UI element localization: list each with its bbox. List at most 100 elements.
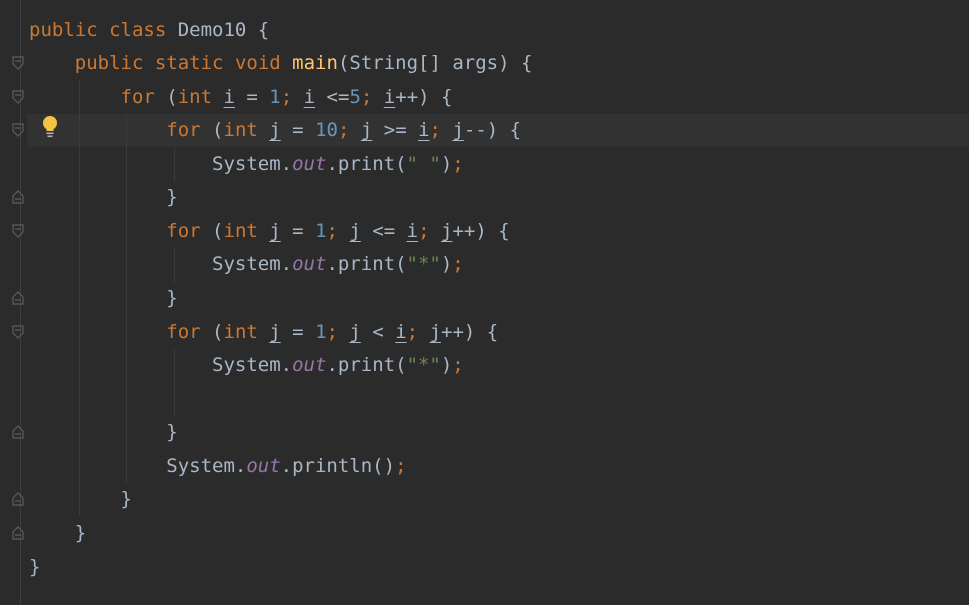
code-token: j [269, 119, 281, 141]
code-line[interactable]: public static void main(String[] args) { [29, 47, 533, 80]
code-token: 5 [349, 86, 361, 108]
code-token: int [223, 321, 258, 343]
code-line[interactable]: } [29, 551, 40, 584]
code-token: j [360, 119, 373, 141]
code-token: ( [154, 86, 178, 108]
code-token: "*" [406, 354, 441, 376]
code-line[interactable]: } [29, 483, 132, 516]
code-line[interactable]: System.out.println(); [29, 450, 407, 483]
code-token: ; [406, 321, 419, 343]
code-token: j [269, 321, 281, 343]
code-token: ; [280, 86, 293, 108]
code-token: = [234, 86, 270, 108]
code-token: } [29, 522, 87, 544]
code-token: out [292, 253, 327, 275]
code-token: out [292, 354, 327, 376]
code-token: .print( [326, 153, 407, 175]
code-token: ; [429, 119, 441, 141]
code-token: } [29, 488, 132, 510]
code-token: public [29, 19, 98, 41]
code-token: main [292, 52, 338, 74]
code-line[interactable]: System.out.print("*"); [29, 349, 464, 382]
code-line[interactable]: } [29, 416, 177, 449]
fold-open-icon[interactable] [12, 123, 24, 137]
code-token: public [74, 52, 144, 74]
code-token: ( [200, 220, 224, 242]
code-token: = [280, 321, 316, 343]
code-token: Demo10 { [166, 19, 270, 41]
code-token: .println() [280, 455, 396, 477]
fold-open-icon[interactable] [12, 224, 24, 238]
code-token: class [109, 19, 167, 41]
fold-open-icon[interactable] [12, 325, 24, 339]
code-token: ; [452, 253, 464, 275]
code-token: } [29, 556, 41, 578]
code-token: i [395, 321, 407, 343]
code-token: <= [360, 220, 407, 242]
fold-close-icon[interactable] [12, 190, 24, 204]
fold-close-icon[interactable] [12, 492, 24, 506]
code-line[interactable]: for (int j = 10; j >= i; j--) { [29, 114, 521, 147]
code-token: ++) { [441, 321, 499, 343]
code-token: i [383, 86, 396, 108]
code-token: j [349, 321, 361, 343]
code-token: System. [29, 455, 247, 477]
code-token: for [120, 86, 155, 108]
code-token: .print( [326, 354, 407, 376]
code-token: >= [372, 119, 419, 141]
code-token: ; [337, 119, 350, 141]
code-line[interactable]: } [29, 181, 178, 214]
fold-close-icon[interactable] [12, 526, 24, 540]
code-line[interactable]: for (int i = 1; i <=5; i++) { [29, 81, 453, 114]
code-token: 1 [315, 321, 327, 343]
fold-open-icon[interactable] [12, 90, 24, 104]
code-line[interactable]: System.out.print(" "); [29, 148, 464, 181]
code-line[interactable]: } [29, 282, 178, 315]
code-token: ; [395, 455, 407, 477]
code-token: System. [29, 253, 293, 275]
code-token: i [418, 119, 430, 141]
code-token: 10 [315, 119, 338, 141]
code-line[interactable]: System.out.print("*"); [29, 248, 464, 281]
code-token: } [29, 186, 178, 208]
code-token: out [246, 455, 281, 477]
code-token: } [29, 287, 178, 309]
code-token: ) [440, 253, 453, 275]
code-line[interactable]: for (int j = 1; j < i; j++) { [29, 316, 498, 349]
code-token: ; [326, 220, 338, 242]
code-token: System. [29, 153, 293, 175]
code-line[interactable]: for (int j = 1; j <= i; j++) { [29, 215, 509, 248]
fold-close-icon[interactable] [12, 425, 24, 439]
code-line[interactable]: public class Demo10 { [29, 14, 269, 47]
code-editor[interactable]: public class Demo10 { public static void… [0, 0, 969, 605]
code-token: " " [406, 153, 441, 175]
fold-open-icon[interactable] [12, 56, 24, 70]
code-token: ) [440, 354, 453, 376]
code-token: ++) { [395, 86, 453, 108]
code-token: ; [360, 86, 373, 108]
code-line[interactable]: } [29, 517, 86, 550]
fold-close-icon[interactable] [12, 291, 24, 305]
code-token: int [223, 119, 258, 141]
code-token: <= [315, 86, 350, 108]
code-token: j [349, 220, 361, 242]
code-token: ( [200, 321, 224, 343]
